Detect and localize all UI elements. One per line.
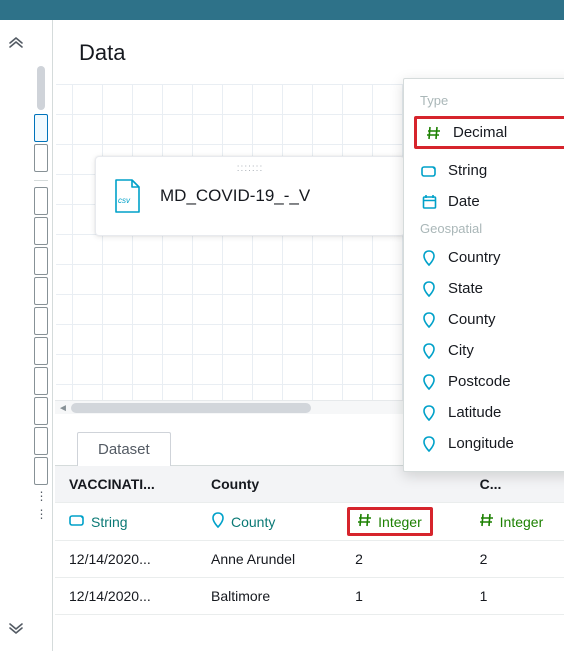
- menu-group-label: Geospatial: [414, 217, 564, 242]
- menu-item-label: Latitude: [448, 404, 501, 421]
- gutter-scroll-thumb[interactable]: [37, 66, 45, 110]
- collapse-down-icon[interactable]: [8, 623, 24, 639]
- menu-group-label: Type: [414, 89, 564, 114]
- grid-type-row: String County Integer: [55, 503, 564, 541]
- svg-text:csv: csv: [118, 196, 131, 205]
- type-option-decimal[interactable]: Decimal: [425, 122, 507, 143]
- type-option-postcode[interactable]: Postcode: [414, 366, 564, 397]
- date-type-icon: [420, 194, 438, 209]
- gutter-slot[interactable]: [34, 277, 48, 305]
- geo-pin-icon: [420, 281, 438, 297]
- menu-item-label: Postcode: [448, 373, 511, 390]
- gutter-slot[interactable]: [34, 337, 48, 365]
- gutter-slot[interactable]: [34, 397, 48, 425]
- column-type-label: Integer: [378, 514, 422, 530]
- gutter-more-icon[interactable]: ⋮: [36, 505, 47, 523]
- app-topbar: [0, 0, 564, 20]
- menu-item-label: Decimal: [453, 124, 507, 141]
- cell: 2: [341, 541, 466, 578]
- geo-pin-icon: [420, 436, 438, 452]
- scroll-left-icon[interactable]: ◄: [55, 401, 71, 415]
- geo-pin-icon: [420, 405, 438, 421]
- source-filename: MD_COVID-19_-_V: [160, 186, 310, 206]
- gutter-slot[interactable]: [34, 114, 48, 142]
- gutter-slot[interactable]: [34, 427, 48, 455]
- type-option-longitude[interactable]: Longitude: [414, 428, 564, 459]
- number-type-icon: [425, 126, 443, 140]
- type-option-county[interactable]: County: [414, 304, 564, 335]
- gutter-divider: [34, 180, 48, 181]
- menu-item-label: Longitude: [448, 435, 514, 452]
- geo-pin-icon: [420, 312, 438, 328]
- csv-source-card[interactable]: ::::::: csv MD_COVID-19_-_V: [95, 156, 405, 236]
- column-header[interactable]: County: [197, 466, 341, 503]
- number-type-icon: [480, 513, 494, 530]
- column-type-label: String: [91, 514, 128, 530]
- gutter-slot[interactable]: [34, 217, 48, 245]
- column-type-label: Integer: [500, 514, 544, 530]
- menu-item-label: City: [448, 342, 474, 359]
- geo-pin-icon: [211, 512, 225, 531]
- type-option-country[interactable]: Country: [414, 242, 564, 273]
- column-type-picker[interactable]: Integer: [466, 503, 564, 541]
- type-option-string[interactable]: String: [414, 155, 564, 186]
- preview-grid: VACCINATI... County C... String: [55, 466, 564, 615]
- menu-item-label: String: [448, 162, 487, 179]
- type-option-city[interactable]: City: [414, 335, 564, 366]
- number-type-icon: [358, 513, 372, 530]
- type-option-date[interactable]: Date: [414, 186, 564, 217]
- content-area: Data ::::::: csv MD_COVID-19_-_V ◄ ► Dat…: [55, 20, 564, 651]
- csv-file-icon: csv: [112, 178, 142, 214]
- geo-pin-icon: [420, 343, 438, 359]
- gutter-slot[interactable]: [34, 367, 48, 395]
- menu-item-label: Date: [448, 193, 480, 210]
- cell: 12/14/2020...: [55, 541, 197, 578]
- vertical-divider: [52, 20, 53, 651]
- gutter-slot[interactable]: [34, 307, 48, 335]
- highlight-integer-type: Integer: [347, 507, 433, 536]
- cell: 12/14/2020...: [55, 578, 197, 615]
- type-option-latitude[interactable]: Latitude: [414, 397, 564, 428]
- cell: Anne Arundel: [197, 541, 341, 578]
- gutter-slot[interactable]: [34, 144, 48, 172]
- column-type-picker[interactable]: County: [197, 503, 341, 541]
- string-type-icon: [420, 164, 438, 178]
- column-type-menu[interactable]: Type Decimal String Date Geospatial Coun…: [403, 78, 564, 472]
- column-type-label: County: [231, 514, 275, 530]
- gutter-more-icon[interactable]: ⋮: [36, 487, 47, 505]
- left-rail: [0, 20, 32, 651]
- drag-handle-icon[interactable]: :::::::: [237, 163, 263, 174]
- cell: 1: [466, 578, 564, 615]
- cell: Baltimore: [197, 578, 341, 615]
- column-header[interactable]: VACCINATI...: [55, 466, 197, 503]
- scroll-thumb[interactable]: [71, 403, 311, 413]
- column-type-picker[interactable]: String: [55, 503, 197, 541]
- source-gutter: ⋮ ⋮: [32, 20, 50, 651]
- collapse-up-icon[interactable]: [8, 34, 24, 50]
- string-type-icon: [69, 513, 85, 530]
- table-row: 12/14/2020... Baltimore 1 1: [55, 578, 564, 615]
- geo-pin-icon: [420, 250, 438, 266]
- highlight-decimal-option: Decimal: [414, 116, 564, 149]
- type-option-state[interactable]: State: [414, 273, 564, 304]
- cell: 1: [341, 578, 466, 615]
- geo-pin-icon: [420, 374, 438, 390]
- menu-item-label: County: [448, 311, 496, 328]
- menu-item-label: Country: [448, 249, 501, 266]
- column-type-picker[interactable]: Integer: [341, 503, 466, 541]
- tab-dataset[interactable]: Dataset: [77, 432, 171, 466]
- gutter-slot[interactable]: [34, 187, 48, 215]
- gutter-slot[interactable]: [34, 247, 48, 275]
- cell: 2: [466, 541, 564, 578]
- section-title: Data: [55, 20, 564, 84]
- menu-item-label: State: [448, 280, 483, 297]
- gutter-slot[interactable]: [34, 457, 48, 485]
- table-row: 12/14/2020... Anne Arundel 2 2: [55, 541, 564, 578]
